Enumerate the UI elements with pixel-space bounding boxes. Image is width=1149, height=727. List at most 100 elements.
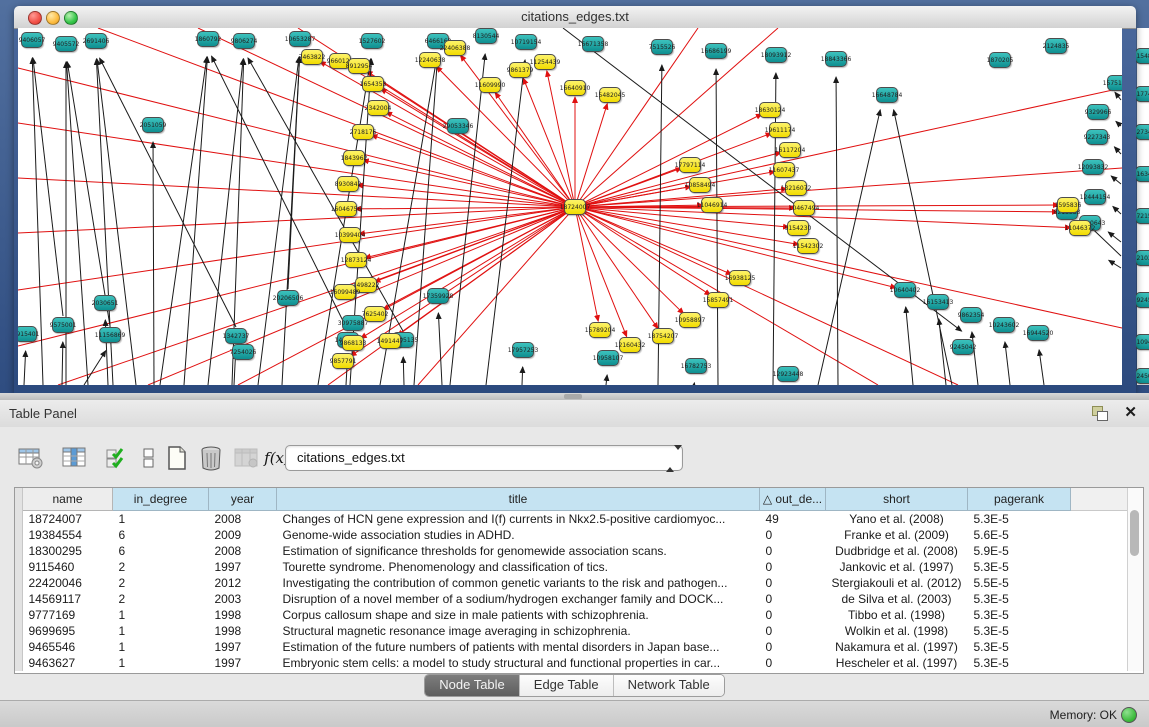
graph-node[interactable]: 16782753 [685, 358, 707, 374]
column-header-year[interactable]: year [209, 488, 277, 511]
column-header-short[interactable]: short [826, 488, 968, 511]
graph-node[interactable]: 12444154 [1084, 189, 1106, 205]
tab-edge-table[interactable]: Edge Table [520, 675, 614, 696]
graph-node[interactable]: 1860792 [197, 31, 219, 47]
graph-node[interactable]: 11254439 [534, 54, 556, 70]
tab-node-table[interactable]: Node Table [425, 675, 520, 696]
graph-node[interactable]: 22406388 [444, 40, 466, 56]
graph-node[interactable]: 9154230 [787, 220, 809, 236]
table-row[interactable]: 1938455462009Genome-wide association stu… [23, 527, 1129, 543]
graph-node[interactable]: 17797114 [679, 157, 701, 173]
graph-node[interactable]: 2051059 [142, 117, 164, 133]
graph-node[interactable]: 16671358 [582, 36, 604, 52]
column-header-name[interactable]: name [23, 488, 113, 511]
graph-node[interactable]: 11156869 [99, 327, 121, 343]
graph-node[interactable]: 2691406 [85, 33, 107, 49]
column-header-title[interactable]: title [277, 488, 760, 511]
graph-node[interactable]: 8130544 [475, 28, 497, 44]
table-selector-dropdown[interactable]: citations_edges.txt [285, 445, 683, 471]
graph-node[interactable]: 7625402 [364, 306, 386, 322]
vertical-scrollbar[interactable] [1127, 488, 1143, 671]
graph-node[interactable]: 18724007 [564, 199, 586, 215]
graph-node[interactable]: 9861379 [509, 62, 531, 78]
memory-status-indicator[interactable] [1121, 707, 1137, 723]
graph-node[interactable]: 9405572 [55, 36, 77, 52]
graph-node[interactable]: 9575001 [52, 317, 74, 333]
network-window-titlebar[interactable]: citations_edges.txt [14, 6, 1136, 29]
graph-node[interactable]: 8912954 [348, 58, 370, 74]
graph-node[interactable]: 9406057 [21, 32, 43, 48]
table-row[interactable]: 1872400712008Changes of HCN gene express… [23, 511, 1129, 528]
column-header-out-de-[interactable]: △ out_de... [760, 488, 826, 511]
table-row[interactable]: 946362711997Embryonic stem cells: a mode… [23, 655, 1129, 671]
graph-node[interactable]: 16640910 [564, 80, 586, 96]
float-window-icon[interactable] [1091, 405, 1109, 421]
graph-node[interactable]: 16938125 [729, 270, 751, 286]
new-table-icon[interactable] [162, 443, 192, 473]
graph-node[interactable]: 1843962 [343, 150, 365, 166]
graph-node[interactable]: 10653287 [289, 31, 311, 47]
graph-node[interactable]: 11046914 [701, 197, 723, 213]
divider-grip[interactable] [564, 394, 582, 399]
graph-node[interactable]: 2342004 [367, 100, 389, 116]
graph-node[interactable]: 12093832 [1082, 159, 1104, 175]
graph-node[interactable]: 16099489 [334, 284, 356, 300]
graph-node[interactable]: 9857791 [332, 353, 354, 369]
graph-node[interactable]: 3915401 [18, 326, 37, 342]
graph-node[interactable]: 1527602 [361, 33, 383, 49]
graph-node[interactable]: 2718176 [352, 124, 374, 140]
graph-node[interactable]: 16153413 [927, 294, 949, 310]
graph-node[interactable]: 9329966 [1087, 104, 1109, 120]
graph-node[interactable]: 10958107 [597, 350, 619, 366]
graph-node[interactable]: 15482045 [599, 87, 621, 103]
graph-node[interactable]: 12160432 [619, 337, 641, 353]
graph-node[interactable]: 29053346 [447, 118, 469, 134]
table-row[interactable]: 2242004622012Investigating the contribut… [23, 575, 1129, 591]
scrollbar-thumb[interactable] [1130, 510, 1139, 556]
graph-node[interactable]: 8930842 [337, 176, 359, 192]
graph-node[interactable]: 9227343 [1086, 129, 1108, 145]
graph-node[interactable]: 18630124 [759, 102, 781, 118]
graph-node[interactable]: 12873124 [345, 252, 367, 268]
graph-node[interactable]: 20206506 [277, 290, 299, 306]
graph-node[interactable]: 15789204 [589, 322, 611, 338]
graph-node[interactable]: 13216072 [785, 180, 807, 196]
import-table-icon[interactable] [232, 443, 262, 473]
graph-node[interactable]: 1654353 [362, 76, 384, 92]
graph-node[interactable]: 10958897 [679, 312, 701, 328]
delete-table-icon[interactable] [196, 443, 226, 473]
table-row[interactable]: 977716911998Corpus callosum shape and si… [23, 607, 1129, 623]
graph-node[interactable]: 10243602 [993, 317, 1015, 333]
table-row[interactable]: 1830029562008Estimation of significance … [23, 543, 1129, 559]
close-icon[interactable]: ✕ [1124, 403, 1137, 421]
graph-node[interactable]: 17359928 [427, 288, 449, 304]
graph-node[interactable]: 18093912 [765, 47, 787, 63]
graph-node[interactable]: 15751074 [1107, 75, 1122, 91]
panel-divider[interactable] [0, 393, 1149, 400]
graph-node[interactable]: 11609990 [479, 77, 501, 93]
graph-node[interactable]: 16944520 [1027, 325, 1049, 341]
graph-node[interactable]: 11607437 [773, 162, 795, 178]
graph-node[interactable]: 7254026 [232, 344, 254, 360]
graph-node[interactable]: 11542302 [797, 238, 819, 254]
table-row[interactable]: 911546021997Tourette syndrome. Phenomeno… [23, 559, 1129, 575]
table-settings-icon[interactable] [16, 443, 46, 473]
network-canvas[interactable]: 9406057 9405572 2691406 1860792 9806274 10653… [18, 28, 1122, 385]
graph-node[interactable]: 18754207 [652, 328, 674, 344]
graph-node[interactable]: 2124835 [1045, 38, 1067, 54]
row-height-icon[interactable] [134, 443, 164, 473]
graph-node[interactable]: 10467494 [793, 200, 815, 216]
select-columns-icon[interactable] [102, 443, 132, 473]
graph-node[interactable]: 9806274 [233, 33, 255, 49]
graph-node[interactable]: 7463822 [301, 49, 323, 65]
column-header-pagerank[interactable]: pagerank [968, 488, 1071, 511]
graph-node[interactable]: 1870205 [989, 52, 1011, 68]
graph-node[interactable]: 10399404 [339, 227, 361, 243]
graph-node[interactable]: 1491447 [379, 333, 401, 349]
graph-node[interactable]: 7515526 [651, 39, 673, 55]
graph-node[interactable]: 12923448 [777, 366, 799, 382]
graph-node[interactable]: 2030651 [94, 295, 116, 311]
graph-node[interactable]: 16686199 [705, 43, 727, 59]
graph-node[interactable]: 10640402 [894, 282, 916, 298]
graph-node[interactable]: 10858494 [689, 177, 711, 193]
